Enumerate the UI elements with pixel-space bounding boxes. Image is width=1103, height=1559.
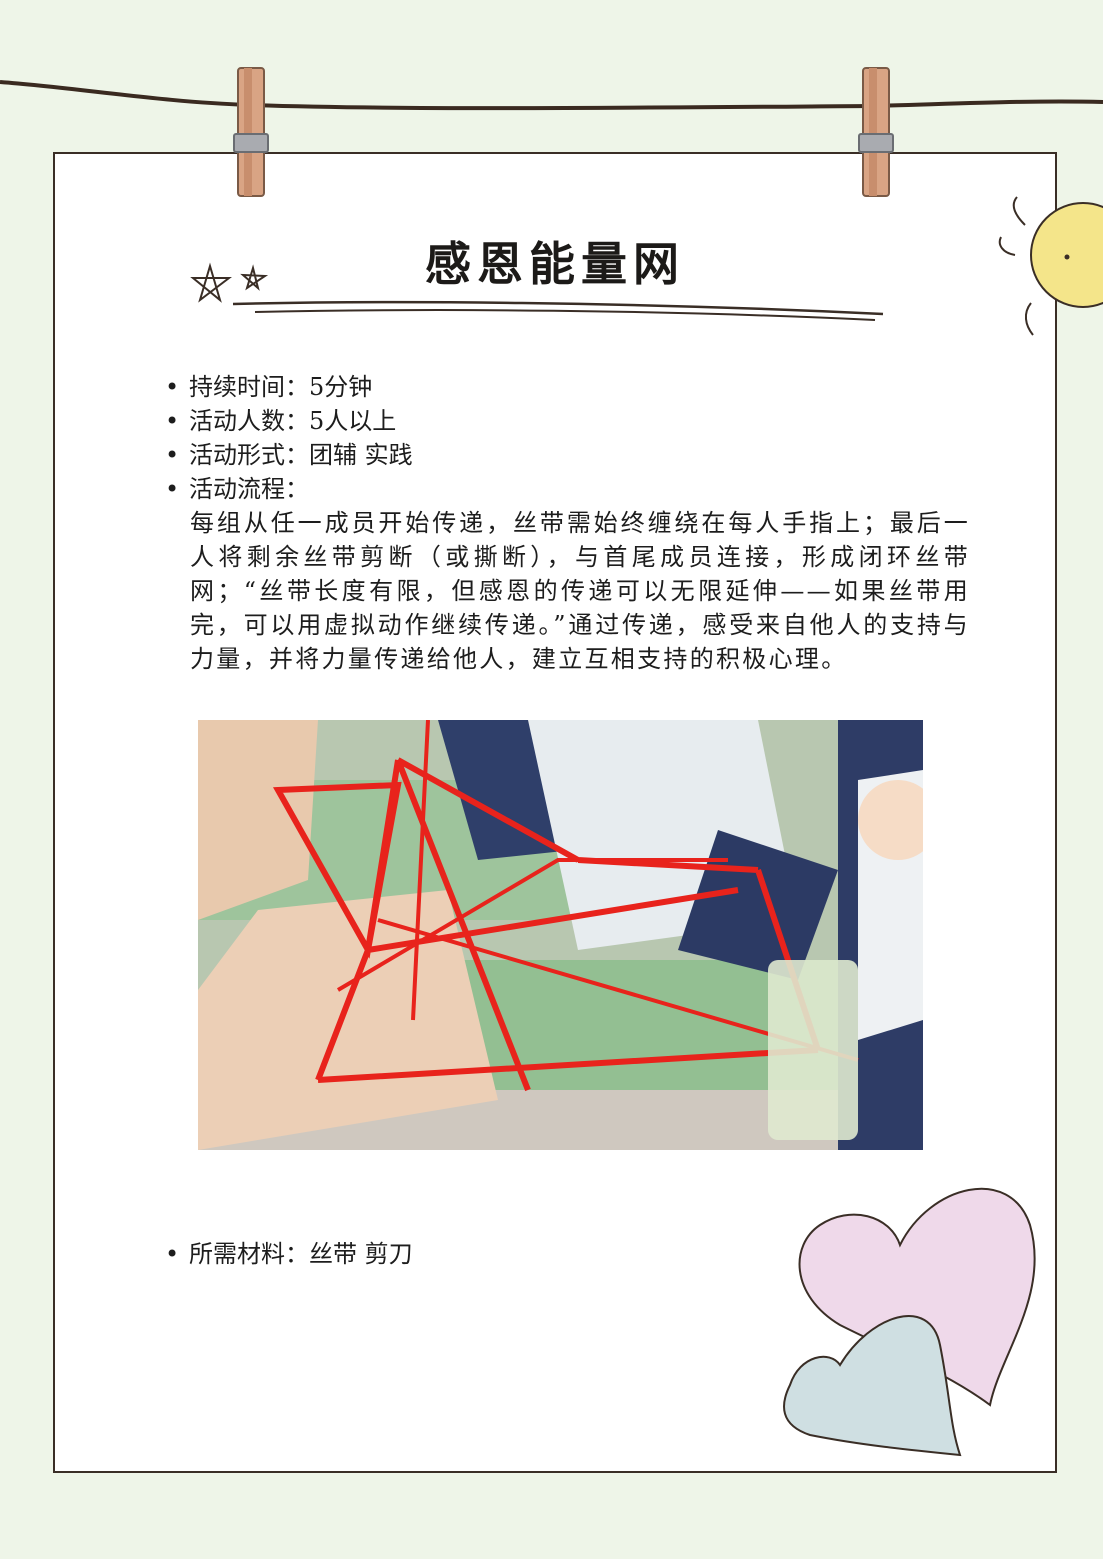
info-duration: • 持续时间：5分钟: [165, 373, 373, 401]
activity-info-list: • 持续时间：5分钟 • 活动人数：5人以上 • 活动形式：团辅 实践 • 活动流程：: [165, 370, 965, 506]
info-process: • 活动流程：: [165, 475, 309, 503]
heart-icon: [783, 1187, 1036, 1457]
star-doodle-icon: [190, 262, 884, 321]
clothespin-icon: [233, 67, 269, 197]
activity-photo: [198, 720, 923, 1150]
info-participants: • 活动人数：5人以上: [165, 407, 397, 435]
hanging-rope: [0, 80, 1103, 111]
clothespin-icon: [858, 67, 894, 197]
process-description: 每组从任一成员开始传递，丝带需始终缠绕在每人手指上；最后一人将剩余丝带剪断（或撕…: [190, 509, 970, 673]
sun-icon: [998, 196, 1103, 336]
materials-row: • 所需材料：丝带 剪刀: [165, 1240, 413, 1268]
info-format: • 活动形式：团辅 实践: [165, 441, 413, 469]
